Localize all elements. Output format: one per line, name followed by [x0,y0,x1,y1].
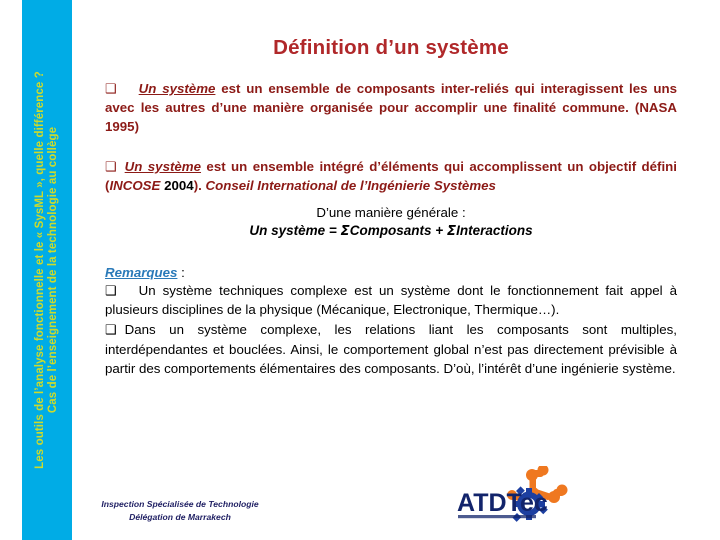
remark-item-complex-system: ❑ Un système techniques complexe est un s… [105,281,677,320]
sigma-symbol: Σ [340,222,350,239]
footer-organization: Inspection Spécialisée de Technologie Dé… [40,498,320,524]
definition-source-expansion: Conseil International de l’Ingénierie Sy… [205,177,496,193]
definition-source-incose: INCOSE [109,177,161,193]
sigma-symbol: Σ [446,222,457,239]
vertical-title-band: Les outils de l’analyse fonctionnelle et… [22,0,72,540]
definition-bullet-incose-lead: Un système [124,158,202,174]
definition-source-year: 2004 [160,177,194,193]
slide-content: Définition d’un système ❑ Un système est … [105,0,677,540]
system-formula-prefix: Un système = [249,222,341,238]
atdtec-logo-graphic: ATDTec [457,466,568,522]
remarks-heading-colon: : [177,264,185,280]
remark-item-complex-system-text: Un système techniques complexe est un sy… [105,282,677,318]
bullet-square-icon: ❑ [105,282,117,298]
general-statement-intro: D’une manière générale : [316,205,466,221]
remark-item-relations-text: Dans un système complexe, les relations … [105,321,677,376]
definition-bullet-incose-part2: ). [193,177,206,193]
system-formula-suffix: Interactions [456,222,533,238]
remarks-heading: Remarques : [105,265,677,280]
remark-item-relations: ❑ Dans un système complexe, les relations… [105,320,677,378]
vertical-title-text: Les outils de l’analyse fonctionnelle et… [22,0,72,540]
bullet-square-icon: ❑ [105,81,117,96]
bullet-square-icon: ❑ [105,158,117,174]
vertical-title-line-2: Cas de l’enseignement de la technologie … [47,126,59,414]
atdtec-subtitle-bar [458,515,536,519]
definition-bullet-nasa-lead: Un système [138,81,216,96]
page-title: Définition d’un système [273,36,509,59]
remarks-heading-label: Remarques [105,264,178,280]
definition-bullet-nasa: ❑ Un système est un ensemble de composant… [105,80,677,137]
definition-bullet-incose: ❑ Un système est un ensemble intégré d’él… [105,158,677,196]
system-formula-mid: Composants + [349,222,447,238]
bullet-square-icon: ❑ [105,321,117,337]
atdtec-logo: ATDTec [455,466,580,536]
vertical-title-line-1: Les outils de l’analyse fonctionnelle et… [34,71,47,469]
system-formula: Un système = ΣComposants + ΣInteractions [105,223,677,239]
atdtec-wordmark: ATDTec [457,489,548,517]
footer-line-1: Inspection Spécialisée de Technologie [101,499,259,509]
footer-line-2: Délégation de Marrakech [129,511,231,522]
